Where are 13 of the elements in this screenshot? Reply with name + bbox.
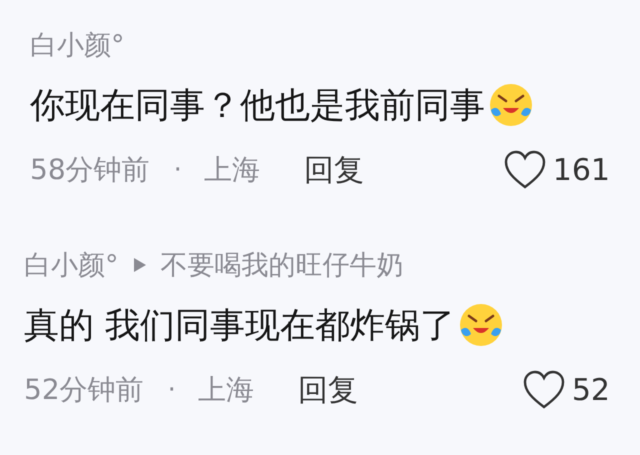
reply-arrow-icon: [132, 257, 146, 273]
like-button[interactable]: 161: [502, 150, 610, 190]
separator-dot: ·: [168, 375, 176, 405]
comment-time: 52分钟前: [24, 372, 144, 408]
comment-time: 58分钟前: [30, 152, 150, 188]
comment-location: 上海: [198, 372, 254, 408]
comment-location: 上海: [204, 152, 260, 188]
comment-text: 你现在同事？他也是我前同事: [30, 84, 485, 128]
separator-dot: ·: [174, 155, 182, 185]
like-button[interactable]: 52: [522, 370, 610, 410]
reply-button[interactable]: 回复: [298, 370, 358, 410]
comment-text: 真的 我们同事现在都炸锅了: [24, 304, 456, 348]
reply-button[interactable]: 回复: [304, 150, 364, 190]
